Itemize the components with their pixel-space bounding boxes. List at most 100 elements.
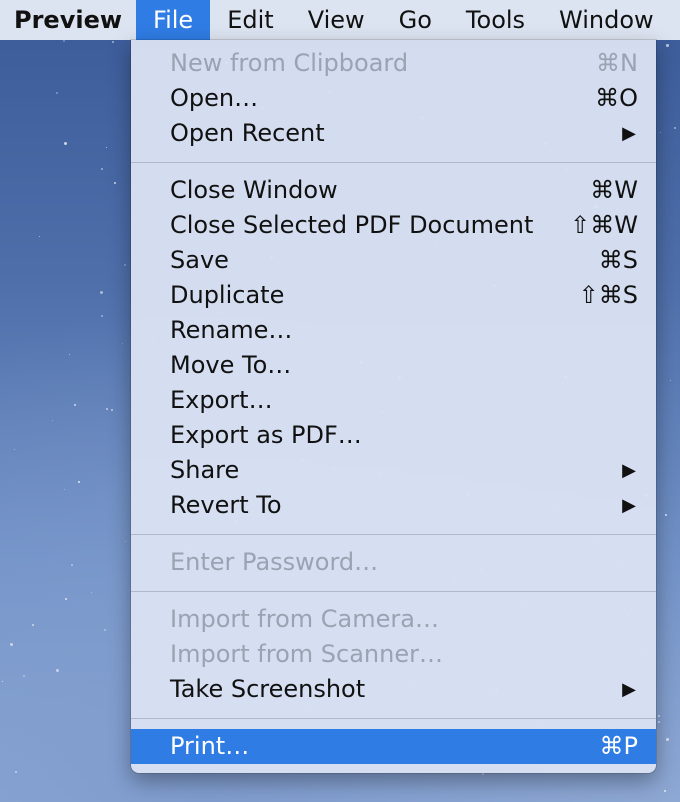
star-dot bbox=[670, 379, 672, 381]
menu-item-shortcut: ⌘P bbox=[599, 732, 638, 760]
star-dot bbox=[63, 40, 66, 43]
menu-item-move-to[interactable]: Move To… bbox=[131, 348, 656, 383]
menu-separator bbox=[131, 718, 656, 719]
star-dot bbox=[69, 354, 71, 356]
menu-item-duplicate[interactable]: Duplicate ⇧⌘S bbox=[131, 278, 656, 313]
menu-item-label: Share bbox=[170, 456, 240, 484]
star-dot bbox=[104, 628, 107, 631]
star-dot bbox=[665, 737, 669, 741]
menu-item-shortcut: ⌘S bbox=[598, 246, 638, 274]
menu-item-export[interactable]: Export… bbox=[131, 383, 656, 418]
star-dot bbox=[664, 789, 667, 792]
menu-item-label: Open… bbox=[170, 84, 259, 112]
menu-item-label: New from Clipboard bbox=[170, 49, 409, 77]
menu-item-label: Print… bbox=[170, 732, 250, 760]
menu-item-revert-to[interactable]: Revert To ▶ bbox=[131, 488, 656, 523]
menu-item-label: Enter Password… bbox=[170, 548, 379, 576]
star-dot bbox=[100, 290, 104, 294]
star-dot bbox=[63, 141, 67, 145]
star-dot bbox=[2, 681, 4, 683]
submenu-arrow-icon: ▶ bbox=[622, 460, 636, 481]
star-dot bbox=[482, 772, 485, 775]
menu-item-shortcut: ⇧⌘S bbox=[578, 281, 638, 309]
star-dot bbox=[14, 771, 17, 774]
menu-item-export-as-pdf[interactable]: Export as PDF… bbox=[131, 418, 656, 453]
menu-item-label: Import from Camera… bbox=[170, 605, 439, 633]
star-dot bbox=[110, 409, 113, 412]
star-dot bbox=[106, 407, 109, 410]
submenu-arrow-icon: ▶ bbox=[622, 123, 636, 144]
menu-item-close-selected-pdf-document[interactable]: Close Selected PDF Document ⇧⌘W bbox=[131, 208, 656, 243]
star-dot bbox=[31, 624, 34, 627]
star-dot bbox=[22, 674, 25, 677]
menu-item-rename[interactable]: Rename… bbox=[131, 313, 656, 348]
app-menu-preview[interactable]: Preview bbox=[0, 6, 136, 34]
menu-item-shortcut: ⌘N bbox=[596, 49, 638, 77]
menu-separator bbox=[131, 534, 656, 535]
star-dot bbox=[91, 591, 93, 593]
star-dot bbox=[658, 720, 661, 723]
menu-item-label: Export as PDF… bbox=[170, 421, 362, 449]
menu-item-open-recent[interactable]: Open Recent ▶ bbox=[131, 116, 656, 151]
menu-window[interactable]: Window bbox=[542, 0, 671, 40]
star-dot bbox=[10, 643, 14, 647]
menu-separator bbox=[131, 591, 656, 592]
menu-item-label: Import from Scanner… bbox=[170, 640, 443, 668]
menu-item-new-from-clipboard: New from Clipboard ⌘N bbox=[131, 46, 656, 81]
menu-go[interactable]: Go bbox=[382, 0, 449, 40]
menu-item-label: Take Screenshot bbox=[170, 675, 366, 703]
menu-item-label: Duplicate bbox=[170, 281, 285, 309]
menu-item-label: Close Window bbox=[170, 176, 338, 204]
star-dot bbox=[14, 449, 16, 451]
menu-item-enter-password: Enter Password… bbox=[131, 545, 656, 580]
star-dot bbox=[52, 419, 54, 421]
menu-item-share[interactable]: Share ▶ bbox=[131, 453, 656, 488]
menu-item-label: Open Recent bbox=[170, 119, 325, 147]
menu-item-import-from-camera: Import from Camera… bbox=[131, 602, 656, 637]
menu-view[interactable]: View bbox=[291, 0, 382, 40]
menu-item-shortcut: ⌘W bbox=[590, 176, 638, 204]
star-dot bbox=[124, 264, 127, 267]
star-dot bbox=[659, 132, 661, 134]
menu-item-save[interactable]: Save ⌘S bbox=[131, 243, 656, 278]
menu-item-label: Rename… bbox=[170, 316, 293, 344]
submenu-arrow-icon: ▶ bbox=[622, 495, 636, 516]
menu-item-shortcut: ⇧⌘W bbox=[570, 211, 638, 239]
star-dot bbox=[111, 40, 114, 43]
menu-item-label: Export… bbox=[170, 386, 273, 414]
menu-item-shortcut: ⌘O bbox=[595, 84, 638, 112]
star-dot bbox=[64, 489, 66, 491]
menu-item-close-window[interactable]: Close Window ⌘W bbox=[131, 173, 656, 208]
star-dot bbox=[665, 43, 669, 47]
menu-item-label: Revert To bbox=[170, 491, 282, 519]
star-dot bbox=[71, 563, 74, 566]
submenu-arrow-icon: ▶ bbox=[622, 679, 636, 700]
menu-edit[interactable]: Edit bbox=[210, 0, 290, 40]
menu-bar: Preview File Edit View Go Tools Window bbox=[0, 0, 680, 40]
star-dot bbox=[114, 181, 117, 184]
star-dot bbox=[78, 481, 81, 484]
menu-item-open[interactable]: Open… ⌘O bbox=[131, 81, 656, 116]
menu-item-label: Save bbox=[170, 246, 229, 274]
star-dot bbox=[64, 598, 67, 601]
menu-separator bbox=[131, 162, 656, 163]
star-dot bbox=[106, 146, 108, 148]
star-dot bbox=[674, 127, 677, 130]
star-dot bbox=[125, 541, 127, 543]
menu-item-label: Move To… bbox=[170, 351, 292, 379]
star-dot bbox=[121, 343, 123, 345]
star-dot bbox=[101, 314, 104, 317]
star-dot bbox=[38, 235, 40, 237]
star-dot bbox=[100, 167, 103, 170]
menu-item-take-screenshot[interactable]: Take Screenshot ▶ bbox=[131, 672, 656, 707]
menu-tools[interactable]: Tools bbox=[449, 0, 542, 40]
star-dot bbox=[56, 92, 59, 95]
star-dot bbox=[74, 404, 77, 407]
menu-item-import-from-scanner: Import from Scanner… bbox=[131, 637, 656, 672]
star-dot bbox=[665, 514, 668, 517]
menu-item-print[interactable]: Print… ⌘P bbox=[131, 729, 656, 764]
star-dot bbox=[657, 715, 660, 718]
star-dot bbox=[56, 669, 60, 673]
file-menu-dropdown: New from Clipboard ⌘N Open… ⌘O Open Recent ▶ C… bbox=[131, 40, 656, 773]
menu-file[interactable]: File bbox=[136, 0, 211, 40]
